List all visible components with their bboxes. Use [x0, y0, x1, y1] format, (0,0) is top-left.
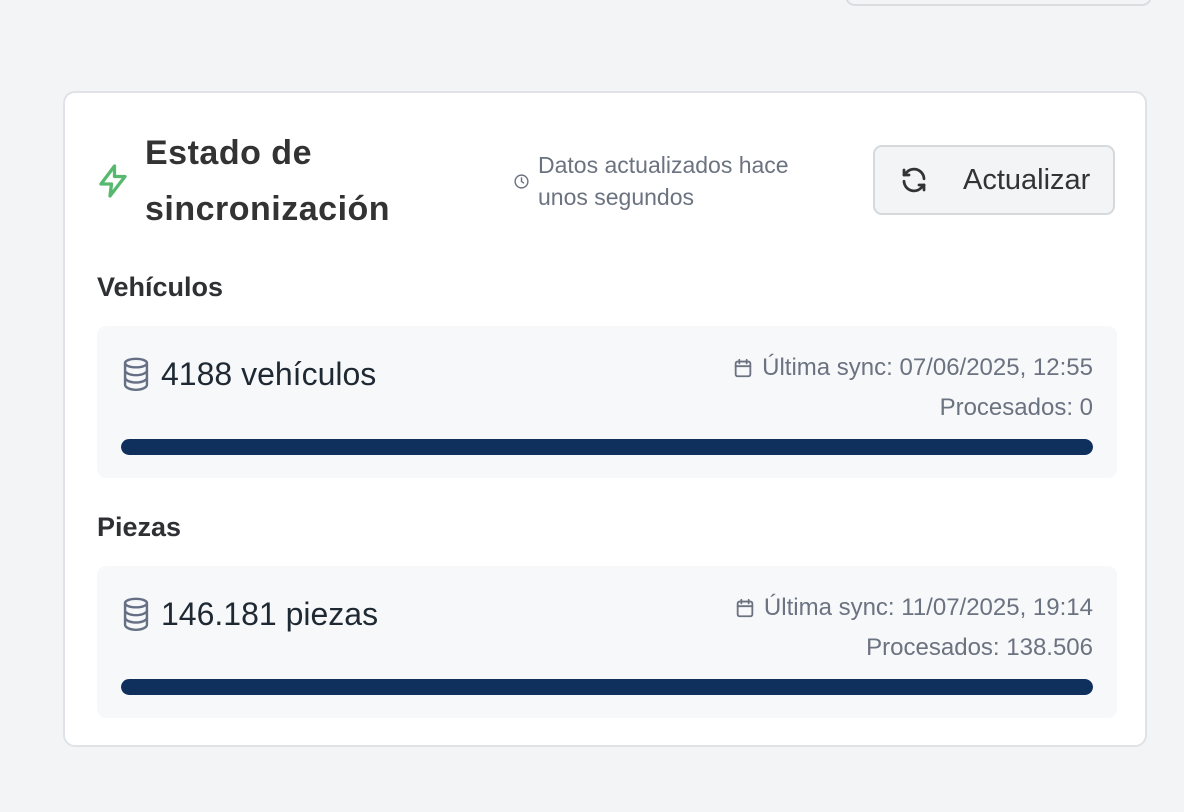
refresh-button[interactable]: Actualizar	[873, 145, 1115, 215]
vehicles-sync-meta: Última sync: 07/06/2025, 12:55 Procesado…	[732, 348, 1093, 428]
parts-sync-meta: Última sync: 11/07/2025, 19:14 Procesado…	[734, 588, 1093, 668]
parts-count: 146.181 piezas	[161, 596, 379, 632]
clock-icon	[514, 174, 529, 189]
calendar-icon	[736, 598, 754, 618]
parts-last-sync-row: Última sync: 11/07/2025, 19:14	[734, 588, 1093, 628]
parts-progress-fill	[121, 679, 1093, 695]
vehicles-last-sync: Última sync: 07/06/2025, 12:55	[762, 354, 1093, 381]
sync-status-header: Estado de sincronización Datos actualiza…	[65, 93, 1145, 243]
vehicles-progress-fill	[121, 439, 1093, 455]
vehicles-section-label: Vehículos	[97, 272, 224, 302]
parts-progress-bar	[121, 679, 1093, 695]
top-card-fragment	[845, 0, 1152, 6]
parts-section-label: Piezas	[97, 512, 182, 542]
vehicles-last-sync-row: Última sync: 07/06/2025, 12:55	[732, 348, 1093, 388]
vehicles-processed: Procesados: 0	[939, 394, 1093, 421]
page-title: Estado de sincronización	[145, 134, 391, 228]
database-icon	[123, 597, 149, 631]
parts-sync-panel: 146.181 piezas Última sync: 11/07/2025, …	[97, 566, 1117, 718]
database-icon	[123, 357, 149, 391]
parts-last-sync: Última sync: 11/07/2025, 19:14	[763, 594, 1093, 621]
updated-status: Datos actualizados hace unos segundos	[513, 149, 823, 213]
bolt-icon	[99, 164, 127, 198]
refresh-label: Actualizar	[963, 163, 1091, 196]
vehicles-count: 4188 vehículos	[161, 356, 377, 392]
vehicles-progress-bar	[121, 439, 1093, 455]
calendar-icon	[734, 358, 752, 378]
updated-text: Datos actualizados hace unos segundos	[538, 152, 789, 210]
parts-processed: Procesados: 138.506	[866, 634, 1093, 661]
sync-status-card: Estado de sincronización Datos actualiza…	[63, 91, 1147, 747]
refresh-icon	[902, 167, 926, 193]
vehicles-sync-panel: 4188 vehículos Última sync: 07/06/2025, …	[97, 326, 1117, 478]
